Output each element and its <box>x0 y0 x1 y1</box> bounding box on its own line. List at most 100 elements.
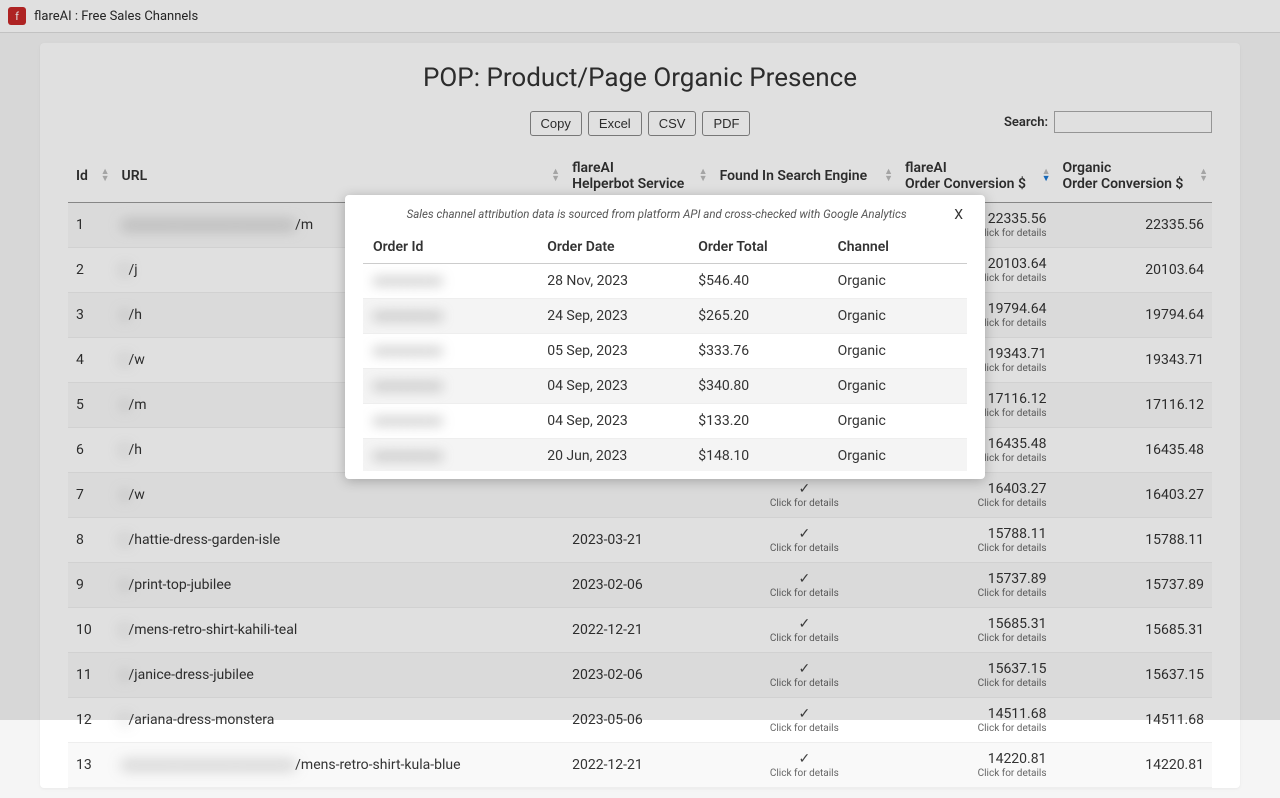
url-path: /m <box>128 397 146 413</box>
click-details-label: Click for details <box>720 678 889 689</box>
redacted-text: xxxxxxxxxx <box>373 378 442 394</box>
amount: 15637.15 <box>988 661 1047 677</box>
export-toolbar: Copy Excel CSV PDF Search: <box>68 111 1212 136</box>
sort-icon: ▲▼ <box>1042 169 1051 183</box>
amount: 17116.12 <box>1145 397 1204 413</box>
amount: 16435.48 <box>1145 442 1204 458</box>
click-details-label: Click for details <box>905 543 1046 554</box>
cell-flare-conversion[interactable]: 15788.11Click for details <box>897 518 1054 563</box>
cell-url: x/janice-dress-jubilee <box>114 653 565 698</box>
cell-flare-conversion[interactable]: 14511.68Click for details <box>897 698 1054 743</box>
mcell-channel: Organic <box>828 264 967 299</box>
pdf-button[interactable]: PDF <box>702 111 750 136</box>
cell-url: x/print-top-jubilee <box>114 563 565 608</box>
cell-flare-conversion[interactable]: 15737.89Click for details <box>897 563 1054 608</box>
amount: 15685.31 <box>1145 622 1204 638</box>
cell-organic-conversion: 15788.11 <box>1054 518 1212 563</box>
redacted-text: x <box>122 712 129 728</box>
cell-url: x/mens-retro-shirt-kahili-teal <box>114 608 565 653</box>
amount: 16403.27 <box>988 481 1047 497</box>
col-header-organic-conversion[interactable]: Organic Order Conversion $ ▲▼ <box>1054 150 1212 203</box>
click-details-label: Click for details <box>720 723 889 734</box>
check-icon: ✓ <box>798 751 810 767</box>
mcell-order-date: 05 Sep, 2023 <box>537 334 688 369</box>
mcell-order-date: 04 Sep, 2023 <box>537 404 688 439</box>
search-input[interactable] <box>1054 111 1212 133</box>
mcell-channel: Organic <box>828 369 967 404</box>
cell-flare-conversion[interactable]: 15685.31Click for details <box>897 608 1054 653</box>
check-icon: ✓ <box>798 571 810 587</box>
app-icon: f <box>8 7 26 25</box>
modal-scroll-area[interactable]: Order Id Order Date Order Total Channel … <box>363 231 967 471</box>
amount: 19343.71 <box>988 346 1047 362</box>
mcell-order-total: $340.80 <box>688 369 827 404</box>
url-path: /ariana-dress-monstera <box>128 712 274 728</box>
url-path: /mens-retro-shirt-kula-blue <box>295 757 460 773</box>
cell-organic-conversion: 16403.27 <box>1054 473 1212 518</box>
modal-row: xxxxxxxxxx20 Jun, 2023$148.10Organic <box>363 439 967 472</box>
click-details-label: Click for details <box>905 498 1046 509</box>
url-path: /m <box>295 217 313 233</box>
table-row: 9x/print-top-jubilee2023-02-06✓Click for… <box>68 563 1212 608</box>
modal-row: xxxxxxxxxx04 Sep, 2023$133.20Organic <box>363 404 967 439</box>
amount: 19794.64 <box>988 301 1047 317</box>
cell-found[interactable]: ✓Click for details <box>712 563 897 608</box>
url-path: /hattie-dress-garden-isle <box>128 532 280 548</box>
mcell-order-id: xxxxxxxxxx <box>363 334 537 369</box>
csv-button[interactable]: CSV <box>648 111 697 136</box>
table-row: 13xxxxxxxxxxxxxxxxxxxxxxxxx/mens-retro-s… <box>68 743 1212 788</box>
redacted-text: x <box>122 577 129 593</box>
cell-service <box>564 473 711 518</box>
cell-organic-conversion: 14220.81 <box>1054 743 1212 788</box>
sort-icon: ▲▼ <box>551 169 560 183</box>
click-details-label: Click for details <box>905 768 1046 779</box>
redacted-text: xxxxxxxxxx <box>373 273 442 289</box>
modal-close-button[interactable]: X <box>950 207 967 223</box>
cell-found[interactable]: ✓Click for details <box>712 743 897 788</box>
modal-attribution-note: Sales channel attribution data is source… <box>363 207 950 221</box>
cell-found[interactable]: ✓Click for details <box>712 698 897 743</box>
click-details-label: Click for details <box>905 633 1046 644</box>
amount: 15737.89 <box>988 571 1047 587</box>
cell-flare-conversion[interactable]: 15637.15Click for details <box>897 653 1054 698</box>
amount: 15737.89 <box>1145 577 1204 593</box>
col-header-id[interactable]: Id ▲▼ <box>68 150 114 203</box>
amount: 14220.81 <box>988 751 1047 767</box>
mcol-header-channel: Channel <box>828 231 967 264</box>
click-details-label: Click for details <box>720 768 889 779</box>
amount: 19343.71 <box>1145 352 1204 368</box>
cell-found[interactable]: ✓Click for details <box>712 608 897 653</box>
redacted-text: xxxxxxxxxx <box>373 413 442 429</box>
mcell-order-date: 24 Sep, 2023 <box>537 299 688 334</box>
check-icon: ✓ <box>798 616 810 632</box>
click-details-label: Click for details <box>720 498 889 509</box>
check-icon: ✓ <box>798 526 810 542</box>
cell-found[interactable]: ✓Click for details <box>712 518 897 563</box>
check-icon: ✓ <box>798 661 810 677</box>
click-details-label: Click for details <box>720 588 889 599</box>
copy-button[interactable]: Copy <box>530 111 582 136</box>
modal-row: xxxxxxxxxx04 Sep, 2023$340.80Organic <box>363 369 967 404</box>
mcell-channel: Organic <box>828 299 967 334</box>
cell-found[interactable]: ✓Click for details <box>712 473 897 518</box>
amount: 22335.56 <box>1145 217 1204 233</box>
cell-id: 2 <box>68 248 114 293</box>
mcell-order-total: $265.20 <box>688 299 827 334</box>
cell-flare-conversion[interactable]: 16403.27Click for details <box>897 473 1054 518</box>
click-details-label: Click for details <box>905 723 1046 734</box>
modal-row: xxxxxxxxxx05 Sep, 2023$333.76Organic <box>363 334 967 369</box>
cell-id: 13 <box>68 743 114 788</box>
mcell-order-id: xxxxxxxxxx <box>363 264 537 299</box>
redacted-text: x <box>122 442 129 458</box>
amount: 16403.27 <box>1145 487 1204 503</box>
cell-id: 3 <box>68 293 114 338</box>
cell-id: 4 <box>68 338 114 383</box>
cell-url: xxxxxxxxxxxxxxxxxxxxxxxxx/mens-retro-shi… <box>114 743 565 788</box>
cell-found[interactable]: ✓Click for details <box>712 653 897 698</box>
amount: 17116.12 <box>988 391 1047 407</box>
cell-flare-conversion[interactable]: 14220.81Click for details <box>897 743 1054 788</box>
redacted-text: x <box>122 397 129 413</box>
cell-id: 7 <box>68 473 114 518</box>
sort-icon: ▲▼ <box>101 169 110 183</box>
excel-button[interactable]: Excel <box>588 111 642 136</box>
